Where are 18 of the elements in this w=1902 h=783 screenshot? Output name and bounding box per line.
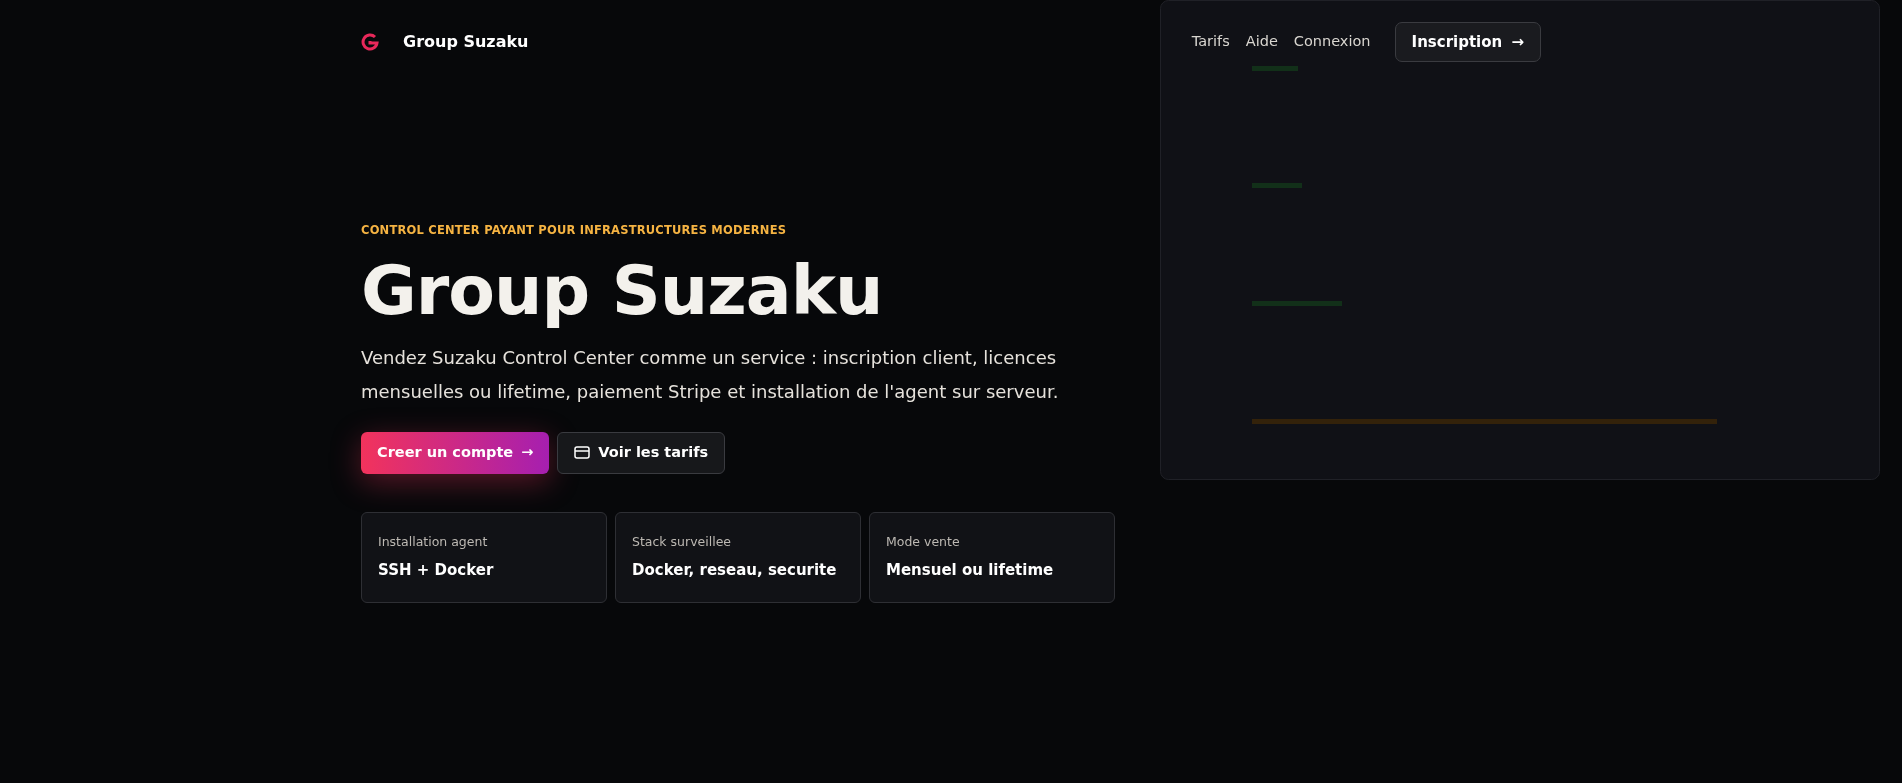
nav-link[interactable]: Connexion	[1293, 31, 1371, 53]
feature-label: Stack surveillee	[632, 532, 733, 551]
eyebrow-text: CONTROL CENTER PAYANT POUR INFRASTRUCTURES MODERNES	[361, 222, 788, 239]
feature-label: Mode vente	[886, 532, 961, 551]
pricing-button[interactable]: Voir les tarifs	[557, 431, 726, 474]
logo-icon	[361, 33, 379, 51]
nav-link[interactable]: Tarifs	[1191, 31, 1230, 53]
feature-value: Mensuel ou lifetime	[886, 560, 1055, 582]
create-account-button[interactable]: Creer un compte →	[361, 431, 550, 474]
hero-title: Group Suzaku	[361, 257, 884, 326]
hero-description: Vendez Suzaku Control Center comme un service : inscription client, licences mensuelles ou lifetime, paiement Stripe et installation de l'agent sur serveur.	[361, 346, 1060, 404]
nav-link[interactable]: Aide	[1245, 31, 1278, 53]
feature-value: Docker, reseau, securite	[632, 560, 838, 582]
signup-button[interactable]: Inscription →	[1394, 21, 1541, 63]
brand-name[interactable]: Group Suzaku	[403, 30, 529, 54]
feature-value: SSH + Docker	[378, 560, 495, 582]
card-icon	[574, 446, 591, 460]
feature-label: Installation agent	[378, 532, 489, 551]
